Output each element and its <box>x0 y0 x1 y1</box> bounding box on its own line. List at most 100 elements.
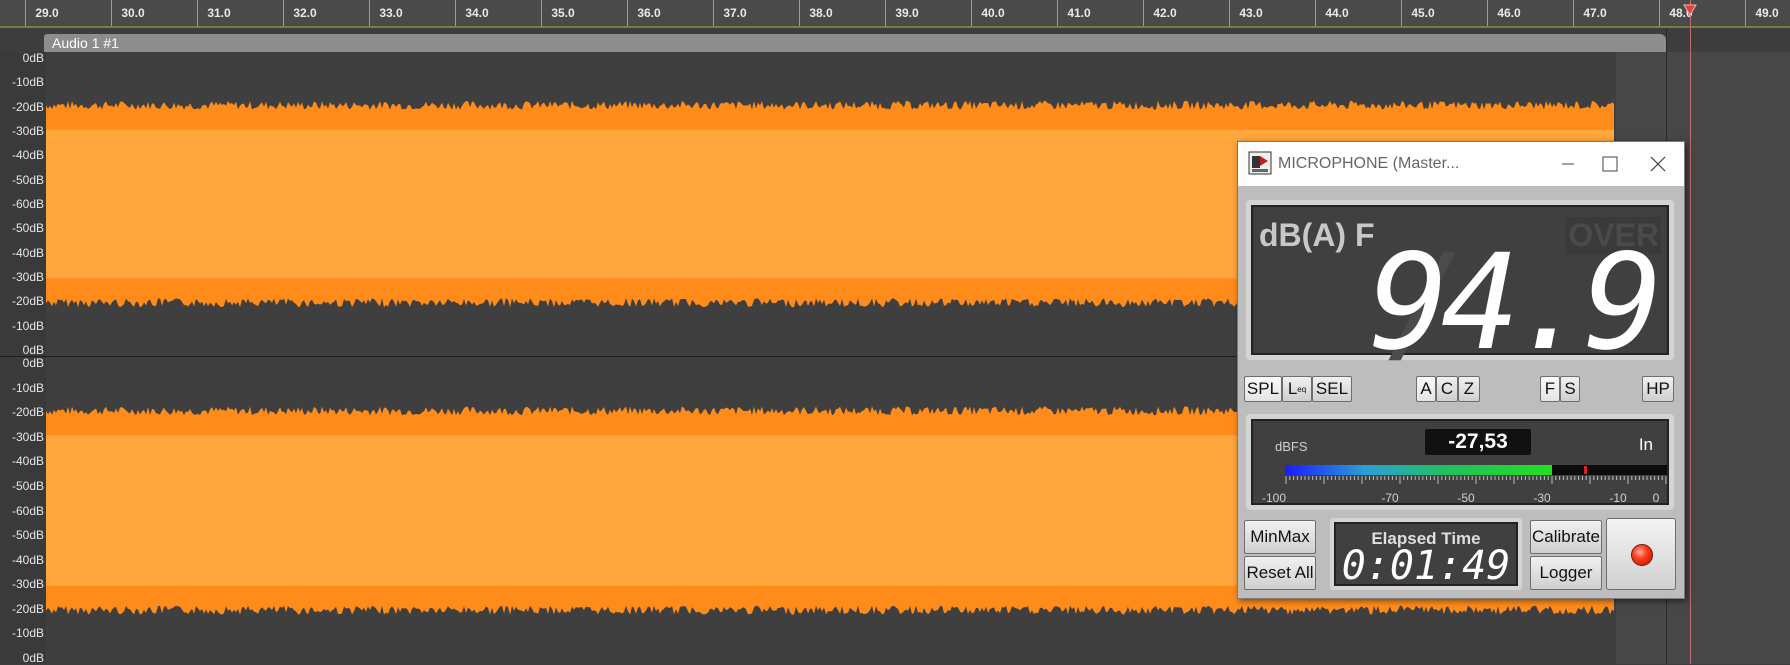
ruler-underline <box>0 26 1790 28</box>
ruler-tick-mark <box>1315 0 1316 26</box>
maximize-button[interactable] <box>1590 150 1630 178</box>
weighting-z-button[interactable]: Z <box>1458 376 1480 402</box>
db-scale-label: -50dB <box>11 528 44 543</box>
db-scale-label: 0dB <box>22 51 44 65</box>
window-titlebar[interactable]: MICROPHONE (Master... <box>1238 142 1684 186</box>
scale-label: -10 <box>1609 491 1627 505</box>
minimize-button[interactable] <box>1548 150 1588 178</box>
db-scale-label: -60dB <box>11 197 44 211</box>
ruler-tick-label: 42.0 <box>1153 6 1177 20</box>
ruler-tick-mark <box>25 0 26 26</box>
db-scale-label: -50dB <box>11 221 44 236</box>
db-scale-label: -30dB <box>11 124 44 138</box>
db-scale-label: -50dB <box>11 172 44 187</box>
ruler-tick-mark <box>1057 0 1058 26</box>
ruler-tick-mark <box>799 0 800 26</box>
ruler-tick-label: 38.0 <box>809 6 833 20</box>
track-header[interactable]: Audio 1 #1 <box>44 34 1666 52</box>
ruler-tick-mark <box>627 0 628 26</box>
ruler-tick-mark <box>713 0 714 26</box>
db-scale-label: -30dB <box>11 429 44 444</box>
weighting-a-button[interactable]: A <box>1416 376 1436 402</box>
ruler-tick-mark <box>111 0 112 26</box>
minimize-icon <box>1562 163 1574 165</box>
leq-subscript: eq <box>1297 384 1307 394</box>
sound-level-value: 94.9 <box>1369 226 1663 380</box>
db-scale-label: -20dB <box>11 99 44 114</box>
peak-hold-marker <box>1583 466 1587 474</box>
scale-label: 0 <box>1652 491 1660 505</box>
scale-label: -100 <box>1261 491 1287 505</box>
reset-all-button[interactable]: Reset All <box>1244 556 1316 590</box>
record-button[interactable] <box>1606 518 1676 590</box>
ruler-tick-mark <box>1143 0 1144 26</box>
highpass-button[interactable]: HP <box>1642 376 1674 402</box>
db-scale-label: 0dB <box>22 651 44 665</box>
ruler-tick-mark <box>971 0 972 26</box>
ruler-tick-mark <box>283 0 284 26</box>
ruler-tick-mark <box>197 0 198 26</box>
ruler-tick-mark <box>1659 0 1660 26</box>
spl-button[interactable]: SPL <box>1244 376 1282 402</box>
db-scale-label: -10dB <box>11 380 44 395</box>
ruler-tick-mark <box>1745 0 1746 26</box>
record-led-icon <box>1631 544 1653 566</box>
input-level-screen: dBFS -27,53 In -100 -70 -50 -30 -10 0 <box>1251 419 1669 505</box>
input-label: In <box>1638 435 1653 454</box>
scale-label: -70 <box>1381 491 1399 505</box>
logger-button[interactable]: Logger <box>1530 556 1602 590</box>
db-scale-label: -40dB <box>11 454 44 469</box>
app-icon <box>1248 151 1272 175</box>
ruler-tick-label: 47.0 <box>1583 6 1607 20</box>
ruler-tick-label: 34.0 <box>465 6 489 20</box>
ruler-tick-label: 31.0 <box>207 6 231 20</box>
ruler-tick-label: 45.0 <box>1411 6 1435 20</box>
sound-level-meter-window[interactable]: MICROPHONE (Master... dB(A) F OVER / 94.… <box>1237 141 1685 599</box>
ruler-tick-mark <box>455 0 456 26</box>
dbfs-label: dBFS <box>1275 439 1308 454</box>
ruler-tick-mark <box>885 0 886 26</box>
ruler-tick-label: 44.0 <box>1325 6 1349 20</box>
ruler-tick-label: 29.0 <box>35 6 59 20</box>
elapsed-time-panel: Elapsed Time 0:01:49 <box>1330 518 1522 590</box>
ruler-tick-mark <box>369 0 370 26</box>
ruler-tick-label: 35.0 <box>551 6 575 20</box>
ruler-tick-label: 40.0 <box>981 6 1005 20</box>
window-title: MICROPHONE (Master... <box>1278 155 1460 172</box>
weighting-c-button[interactable]: C <box>1436 376 1458 402</box>
calibrate-button[interactable]: Calibrate <box>1530 520 1602 554</box>
leq-button[interactable]: Leq <box>1282 376 1312 402</box>
elapsed-time-value: 0:01:49 <box>1341 543 1511 589</box>
db-scale-label: 0dB <box>22 343 44 357</box>
db-scale-left-channel: 0dB -10dB -20dB -30dB -40dB -50dB -60dB -50dB -4… <box>0 51 46 357</box>
ruler-tick-label: 32.0 <box>293 6 317 20</box>
ruler-tick-label: 46.0 <box>1497 6 1521 20</box>
playhead-cursor[interactable] <box>1690 0 1691 664</box>
ruler-tick-label: 30.0 <box>121 6 145 20</box>
ruler-tick-mark <box>541 0 542 26</box>
input-level-panel: dBFS -27,53 In -100 -70 -50 -30 -10 0 <box>1246 414 1674 510</box>
ruler-tick-label: 39.0 <box>895 6 919 20</box>
dbfs-value: -27,53 <box>1425 429 1531 455</box>
db-scale-label: -50dB <box>11 478 44 493</box>
db-scale-label: -20dB <box>11 294 44 309</box>
input-level-fill <box>1285 465 1553 475</box>
scale-label: -30 <box>1533 491 1551 505</box>
level-display: dB(A) F OVER / 94.9 <box>1246 200 1674 369</box>
input-level-bar <box>1285 465 1667 475</box>
leq-label: L <box>1287 379 1298 398</box>
db-scale-label: -20dB <box>11 405 44 420</box>
ruler-tick-mark <box>1229 0 1230 26</box>
weighting-label: dB(A) F <box>1259 217 1375 253</box>
ruler-tick-label: 49.0 <box>1755 6 1779 20</box>
close-button[interactable] <box>1638 150 1678 178</box>
fast-response-button[interactable]: F <box>1540 376 1560 402</box>
ruler-tick-mark <box>1573 0 1574 26</box>
slow-response-button[interactable]: S <box>1560 376 1580 402</box>
sel-button[interactable]: SEL <box>1312 376 1352 402</box>
db-scale-label: -10dB <box>11 75 44 90</box>
db-scale-label: -40dB <box>11 552 44 567</box>
playhead-marker-icon[interactable] <box>1683 4 1697 16</box>
minmax-button[interactable]: MinMax <box>1244 520 1316 554</box>
timeline-ruler[interactable]: 29.0 30.0 31.0 32.0 33.0 34.0 35.0 36.0 37.0 38.0… <box>0 0 1790 28</box>
